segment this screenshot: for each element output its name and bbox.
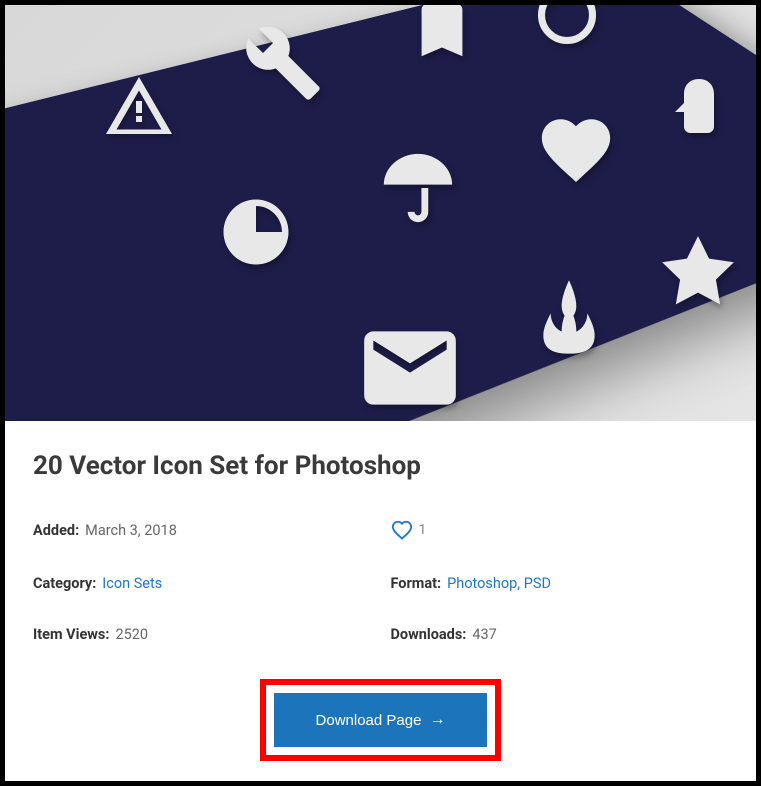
heart-icon xyxy=(535,109,617,191)
fire-icon xyxy=(525,273,613,361)
tools-icon xyxy=(243,23,323,103)
meta-grid: Added: March 3, 2018 1 Category: Icon Se… xyxy=(33,519,728,643)
download-section: Download Page → xyxy=(33,643,728,761)
meta-format-link[interactable]: Photoshop, PSD xyxy=(447,575,551,592)
bird-icon xyxy=(663,73,735,145)
meta-format: Format: Photoshop, PSD xyxy=(391,575,729,592)
circle-icon xyxy=(533,5,601,49)
download-page-button[interactable]: Download Page → xyxy=(274,693,488,747)
meta-category: Category: Icon Sets xyxy=(33,575,371,592)
download-button-label: Download Page xyxy=(316,712,422,729)
download-highlight-box: Download Page → xyxy=(260,679,502,761)
meta-added: Added: March 3, 2018 xyxy=(33,519,371,541)
star-icon xyxy=(655,229,741,315)
warning-icon xyxy=(103,71,175,143)
hero-preview-image xyxy=(5,5,756,421)
meta-category-label: Category: xyxy=(33,575,96,592)
meta-item-views-value: 2520 xyxy=(115,626,148,643)
umbrella-icon xyxy=(377,147,459,229)
page-title: 20 Vector Icon Set for Photoshop xyxy=(33,451,728,481)
meta-item-views-label: Item Views: xyxy=(33,626,109,643)
meta-category-link[interactable]: Icon Sets xyxy=(102,575,162,592)
like-count: 1 xyxy=(419,522,427,538)
meta-item-views: Item Views: 2520 xyxy=(33,626,371,643)
meta-downloads: Downloads: 437 xyxy=(391,626,729,643)
meta-downloads-value: 437 xyxy=(472,626,496,643)
arrow-right-icon: → xyxy=(429,711,445,729)
pie-chart-icon xyxy=(217,193,295,271)
meta-added-label: Added: xyxy=(33,522,79,539)
meta-added-value: March 3, 2018 xyxy=(85,522,177,539)
heart-outline-icon xyxy=(391,519,413,541)
meta-downloads-label: Downloads: xyxy=(391,626,467,643)
hero-icons-container xyxy=(5,5,756,421)
like-button[interactable]: 1 xyxy=(391,519,729,541)
bookmark-icon xyxy=(407,5,477,65)
envelope-icon xyxy=(355,313,465,421)
meta-format-label: Format: xyxy=(391,575,442,592)
content-section: 20 Vector Icon Set for Photoshop Added: … xyxy=(5,421,756,761)
